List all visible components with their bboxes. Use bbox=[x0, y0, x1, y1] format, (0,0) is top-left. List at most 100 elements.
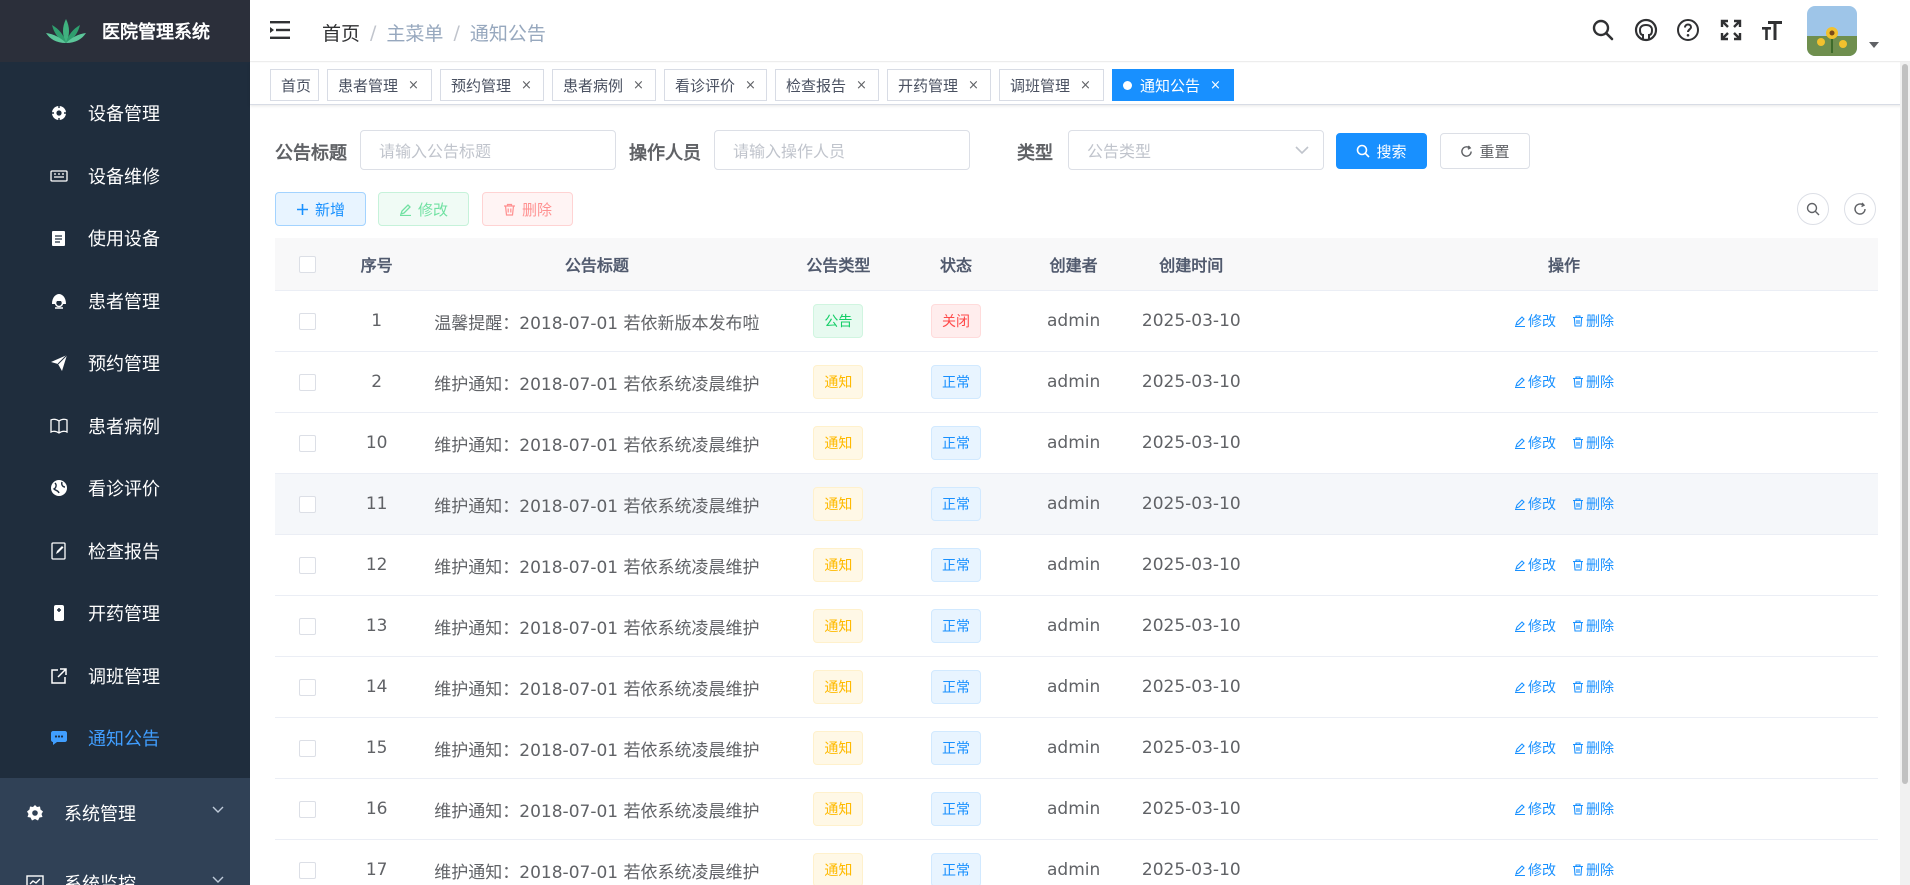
tab-0[interactable]: 首页 bbox=[270, 69, 319, 101]
sidebar-item-8[interactable]: 开药管理 bbox=[0, 582, 250, 645]
tab-4[interactable]: 看诊评价 × bbox=[664, 69, 767, 101]
sidebar-group-0[interactable]: 系统管理 bbox=[0, 778, 250, 848]
row-edit-link[interactable]: 修改 bbox=[1514, 555, 1556, 575]
settings-icon bbox=[24, 802, 46, 824]
row-edit-link[interactable]: 修改 bbox=[1514, 738, 1556, 758]
row-delete-link[interactable]: 删除 bbox=[1572, 616, 1614, 636]
close-icon[interactable]: × bbox=[745, 78, 756, 93]
row-checkbox[interactable] bbox=[298, 678, 316, 696]
sidebar-item-9[interactable]: 调班管理 bbox=[0, 645, 250, 708]
tab-1[interactable]: 患者管理 × bbox=[327, 69, 432, 101]
row-edit-link[interactable]: 修改 bbox=[1514, 799, 1556, 819]
chevron-down-icon bbox=[212, 806, 224, 813]
row-delete-link[interactable]: 删除 bbox=[1572, 433, 1614, 453]
refresh-table-button[interactable] bbox=[1844, 193, 1876, 225]
table-row[interactable]: 16 维护通知：2018-07-01 若依系统凌晨维护 通知 正常 admin 2025-… bbox=[275, 779, 1878, 840]
row-edit-link[interactable]: 修改 bbox=[1514, 433, 1556, 453]
breadcrumb-home[interactable]: 首页 bbox=[322, 19, 360, 46]
row-checkbox[interactable] bbox=[298, 617, 316, 635]
caret-down-icon[interactable] bbox=[1869, 42, 1879, 48]
tab-3[interactable]: 患者病例 × bbox=[552, 69, 656, 101]
sidebar-item-3[interactable]: 患者管理 bbox=[0, 270, 250, 333]
search-button[interactable]: 搜索 bbox=[1336, 133, 1427, 169]
row-checkbox[interactable] bbox=[298, 861, 316, 879]
table-row[interactable]: 13 维护通知：2018-07-01 若依系统凌晨维护 通知 正常 admin 2025-… bbox=[275, 596, 1878, 657]
sidebar-item-0[interactable]: 设备管理 bbox=[0, 82, 250, 145]
cell-creator: admin bbox=[1047, 494, 1101, 514]
row-checkbox[interactable] bbox=[298, 312, 316, 330]
user-avatar[interactable] bbox=[1807, 6, 1857, 56]
sidebar-logo[interactable]: 医院管理系统 bbox=[0, 0, 250, 62]
close-icon[interactable]: × bbox=[856, 78, 867, 93]
help-question-icon[interactable] bbox=[1675, 17, 1701, 43]
table-row[interactable]: 11 维护通知：2018-07-01 若依系统凌晨维护 通知 正常 admin 2025-… bbox=[275, 474, 1878, 535]
sidebar-item-2[interactable]: 使用设备 bbox=[0, 207, 250, 270]
row-edit-link[interactable]: 修改 bbox=[1514, 372, 1556, 392]
row-delete-link[interactable]: 删除 bbox=[1572, 311, 1614, 331]
row-checkbox[interactable] bbox=[298, 739, 316, 757]
row-delete-link[interactable]: 删除 bbox=[1572, 555, 1614, 575]
edit-button[interactable]: 修改 bbox=[378, 192, 469, 226]
row-delete-link[interactable]: 删除 bbox=[1572, 372, 1614, 392]
row-delete-link[interactable]: 删除 bbox=[1572, 799, 1614, 819]
reset-button[interactable]: 重置 bbox=[1440, 133, 1530, 169]
tab-2[interactable]: 预约管理 × bbox=[440, 69, 544, 101]
close-icon[interactable]: × bbox=[968, 78, 979, 93]
tab-8[interactable]: 通知公告 × bbox=[1112, 69, 1234, 101]
tab-5[interactable]: 检查报告 × bbox=[775, 69, 879, 101]
close-icon[interactable]: × bbox=[1210, 78, 1221, 93]
row-checkbox[interactable] bbox=[298, 373, 316, 391]
font-size-icon[interactable] bbox=[1759, 17, 1785, 43]
row-checkbox[interactable] bbox=[298, 434, 316, 452]
add-button[interactable]: 新增 bbox=[275, 192, 366, 226]
table-row[interactable]: 1 温馨提醒：2018-07-01 若依新版本发布啦 公告 关闭 admin 2025-0… bbox=[275, 291, 1878, 352]
row-checkbox[interactable] bbox=[298, 495, 316, 513]
sidebar-item-6[interactable]: 看诊评价 bbox=[0, 457, 250, 520]
sidebar-item-5[interactable]: 患者病例 bbox=[0, 395, 250, 458]
cell-type: 通知 bbox=[780, 548, 898, 582]
close-icon[interactable]: × bbox=[521, 78, 532, 93]
table-row[interactable]: 10 维护通知：2018-07-01 若依系统凌晨维护 通知 正常 admin 2025-… bbox=[275, 413, 1878, 474]
row-edit-link[interactable]: 修改 bbox=[1514, 311, 1556, 331]
close-icon[interactable]: × bbox=[633, 78, 644, 93]
sidebar-item-10[interactable]: 通知公告 bbox=[0, 707, 250, 770]
row-delete-link[interactable]: 删除 bbox=[1572, 860, 1614, 880]
row-delete-link[interactable]: 删除 bbox=[1572, 677, 1614, 697]
github-icon[interactable] bbox=[1633, 17, 1659, 43]
tab-6[interactable]: 开药管理 × bbox=[887, 69, 991, 101]
sidebar-item-4[interactable]: 预约管理 bbox=[0, 332, 250, 395]
operator-filter-input[interactable]: 请输入操作人员 bbox=[714, 130, 970, 170]
cell-creator: admin bbox=[1047, 555, 1101, 575]
sidebar-item-1[interactable]: 设备维修 bbox=[0, 145, 250, 208]
delete-button-label: 删除 bbox=[521, 200, 552, 219]
table-row[interactable]: 2 维护通知：2018-07-01 若依系统凌晨维护 通知 正常 admin 2025-0… bbox=[275, 352, 1878, 413]
scrollbar-thumb[interactable] bbox=[1902, 64, 1908, 784]
close-icon[interactable]: × bbox=[1080, 78, 1091, 93]
row-delete-link[interactable]: 删除 bbox=[1572, 494, 1614, 514]
toggle-search-button[interactable] bbox=[1797, 193, 1829, 225]
table-row[interactable]: 12 维护通知：2018-07-01 若依系统凌晨维护 通知 正常 admin 2025-… bbox=[275, 535, 1878, 596]
type-filter-select[interactable]: 公告类型 bbox=[1068, 130, 1324, 170]
row-edit-link[interactable]: 修改 bbox=[1514, 494, 1556, 514]
search-icon[interactable] bbox=[1590, 17, 1616, 43]
row-checkbox[interactable] bbox=[298, 800, 316, 818]
close-icon[interactable]: × bbox=[408, 78, 419, 93]
row-edit-link[interactable]: 修改 bbox=[1514, 616, 1556, 636]
cell-creator: admin bbox=[1047, 616, 1101, 636]
row-checkbox[interactable] bbox=[298, 556, 316, 574]
select-all-checkbox[interactable] bbox=[298, 255, 316, 273]
fullscreen-icon[interactable] bbox=[1718, 17, 1744, 43]
row-edit-link[interactable]: 修改 bbox=[1514, 860, 1556, 880]
sidebar-item-7[interactable]: 检查报告 bbox=[0, 520, 250, 583]
sidebar-group-1[interactable]: 系统监控 bbox=[0, 848, 250, 885]
delete-button[interactable]: 删除 bbox=[482, 192, 573, 226]
cell-operations: 修改 删除 bbox=[1250, 738, 1878, 758]
table-row[interactable]: 14 维护通知：2018-07-01 若依系统凌晨维护 通知 正常 admin 2025-… bbox=[275, 657, 1878, 718]
hamburger-icon[interactable] bbox=[270, 19, 294, 41]
table-row[interactable]: 15 维护通知：2018-07-01 若依系统凌晨维护 通知 正常 admin 2025-… bbox=[275, 718, 1878, 779]
row-edit-link[interactable]: 修改 bbox=[1514, 677, 1556, 697]
tab-7[interactable]: 调班管理 × bbox=[999, 69, 1104, 101]
row-delete-link[interactable]: 删除 bbox=[1572, 738, 1614, 758]
table-row[interactable]: 17 维护通知：2018-07-01 若依系统凌晨维护 通知 正常 admin 2025-… bbox=[275, 840, 1878, 885]
title-filter-input[interactable]: 请输入公告标题 bbox=[360, 130, 616, 170]
